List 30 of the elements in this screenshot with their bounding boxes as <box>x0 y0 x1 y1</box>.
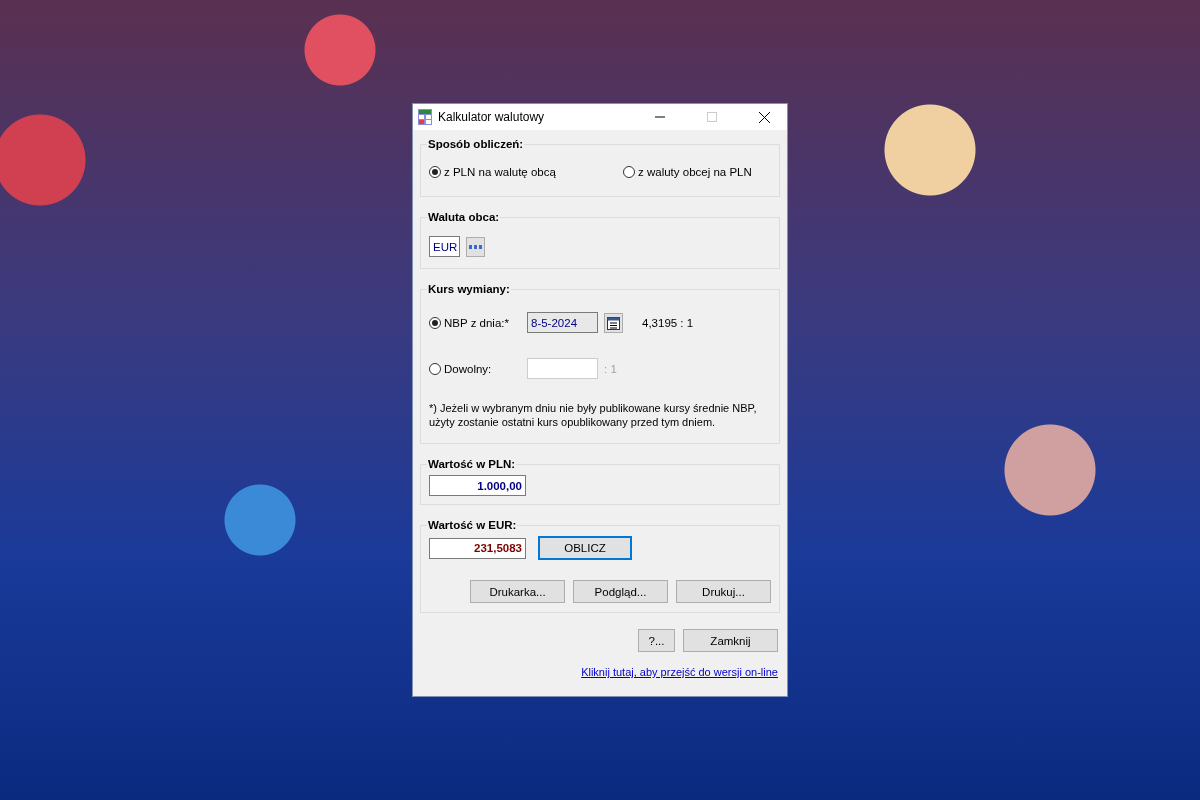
radio-option[interactable]: NBP z dnia:* <box>429 316 527 329</box>
browse-button[interactable] <box>466 236 485 257</box>
maximize-icon <box>707 112 717 122</box>
group-label: Wartość w EUR: <box>427 519 518 531</box>
calculator-icon <box>418 109 432 125</box>
calendar-icon <box>607 315 620 330</box>
radio-option[interactable]: z waluty obcej na PLN <box>623 166 752 178</box>
group-label: Waluta obca: <box>427 211 501 223</box>
print-option-button[interactable]: Podgląd... <box>573 580 668 603</box>
group-label: Sposób obliczeń: <box>427 138 525 150</box>
group-label: Wartość w PLN: <box>427 458 517 470</box>
print-option-button[interactable]: Drukarka... <box>470 580 565 603</box>
online-version-link[interactable]: Kliknij tutaj, aby przejść do wersji on-line <box>581 666 778 678</box>
calendar-button[interactable] <box>604 312 623 333</box>
group-label: Kurs wymiany: <box>427 283 511 295</box>
eur-value-field[interactable]: 231,5083 <box>429 537 526 559</box>
close-dialog-button[interactable]: Zamknij <box>683 629 778 652</box>
radio-option[interactable]: z PLN na walutę obcą <box>429 166 623 178</box>
calculate-button[interactable]: OBLICZ <box>538 536 632 560</box>
window-title: Kalkulator walutowy <box>438 110 546 124</box>
note-text: *) Jeżeli w wybranym dniu nie były publikowane kursy średnie NBP, użyty zostanie ostatni kurs opublikowany przed tym dniem. <box>429 401 758 429</box>
close-icon <box>758 111 770 123</box>
help-button[interactable]: ?... <box>638 629 675 652</box>
rate-text: 4,3195 : 1 <box>642 316 694 329</box>
date-field[interactable]: 8-5-2024 <box>527 312 598 333</box>
dots-icon <box>469 244 482 249</box>
ratio-text: : 1 <box>604 362 617 375</box>
print-option-button[interactable]: Drukuj... <box>676 580 771 603</box>
currency-field[interactable]: EUR <box>429 236 460 257</box>
pln-value-field[interactable]: 1.000,00 <box>429 475 526 496</box>
